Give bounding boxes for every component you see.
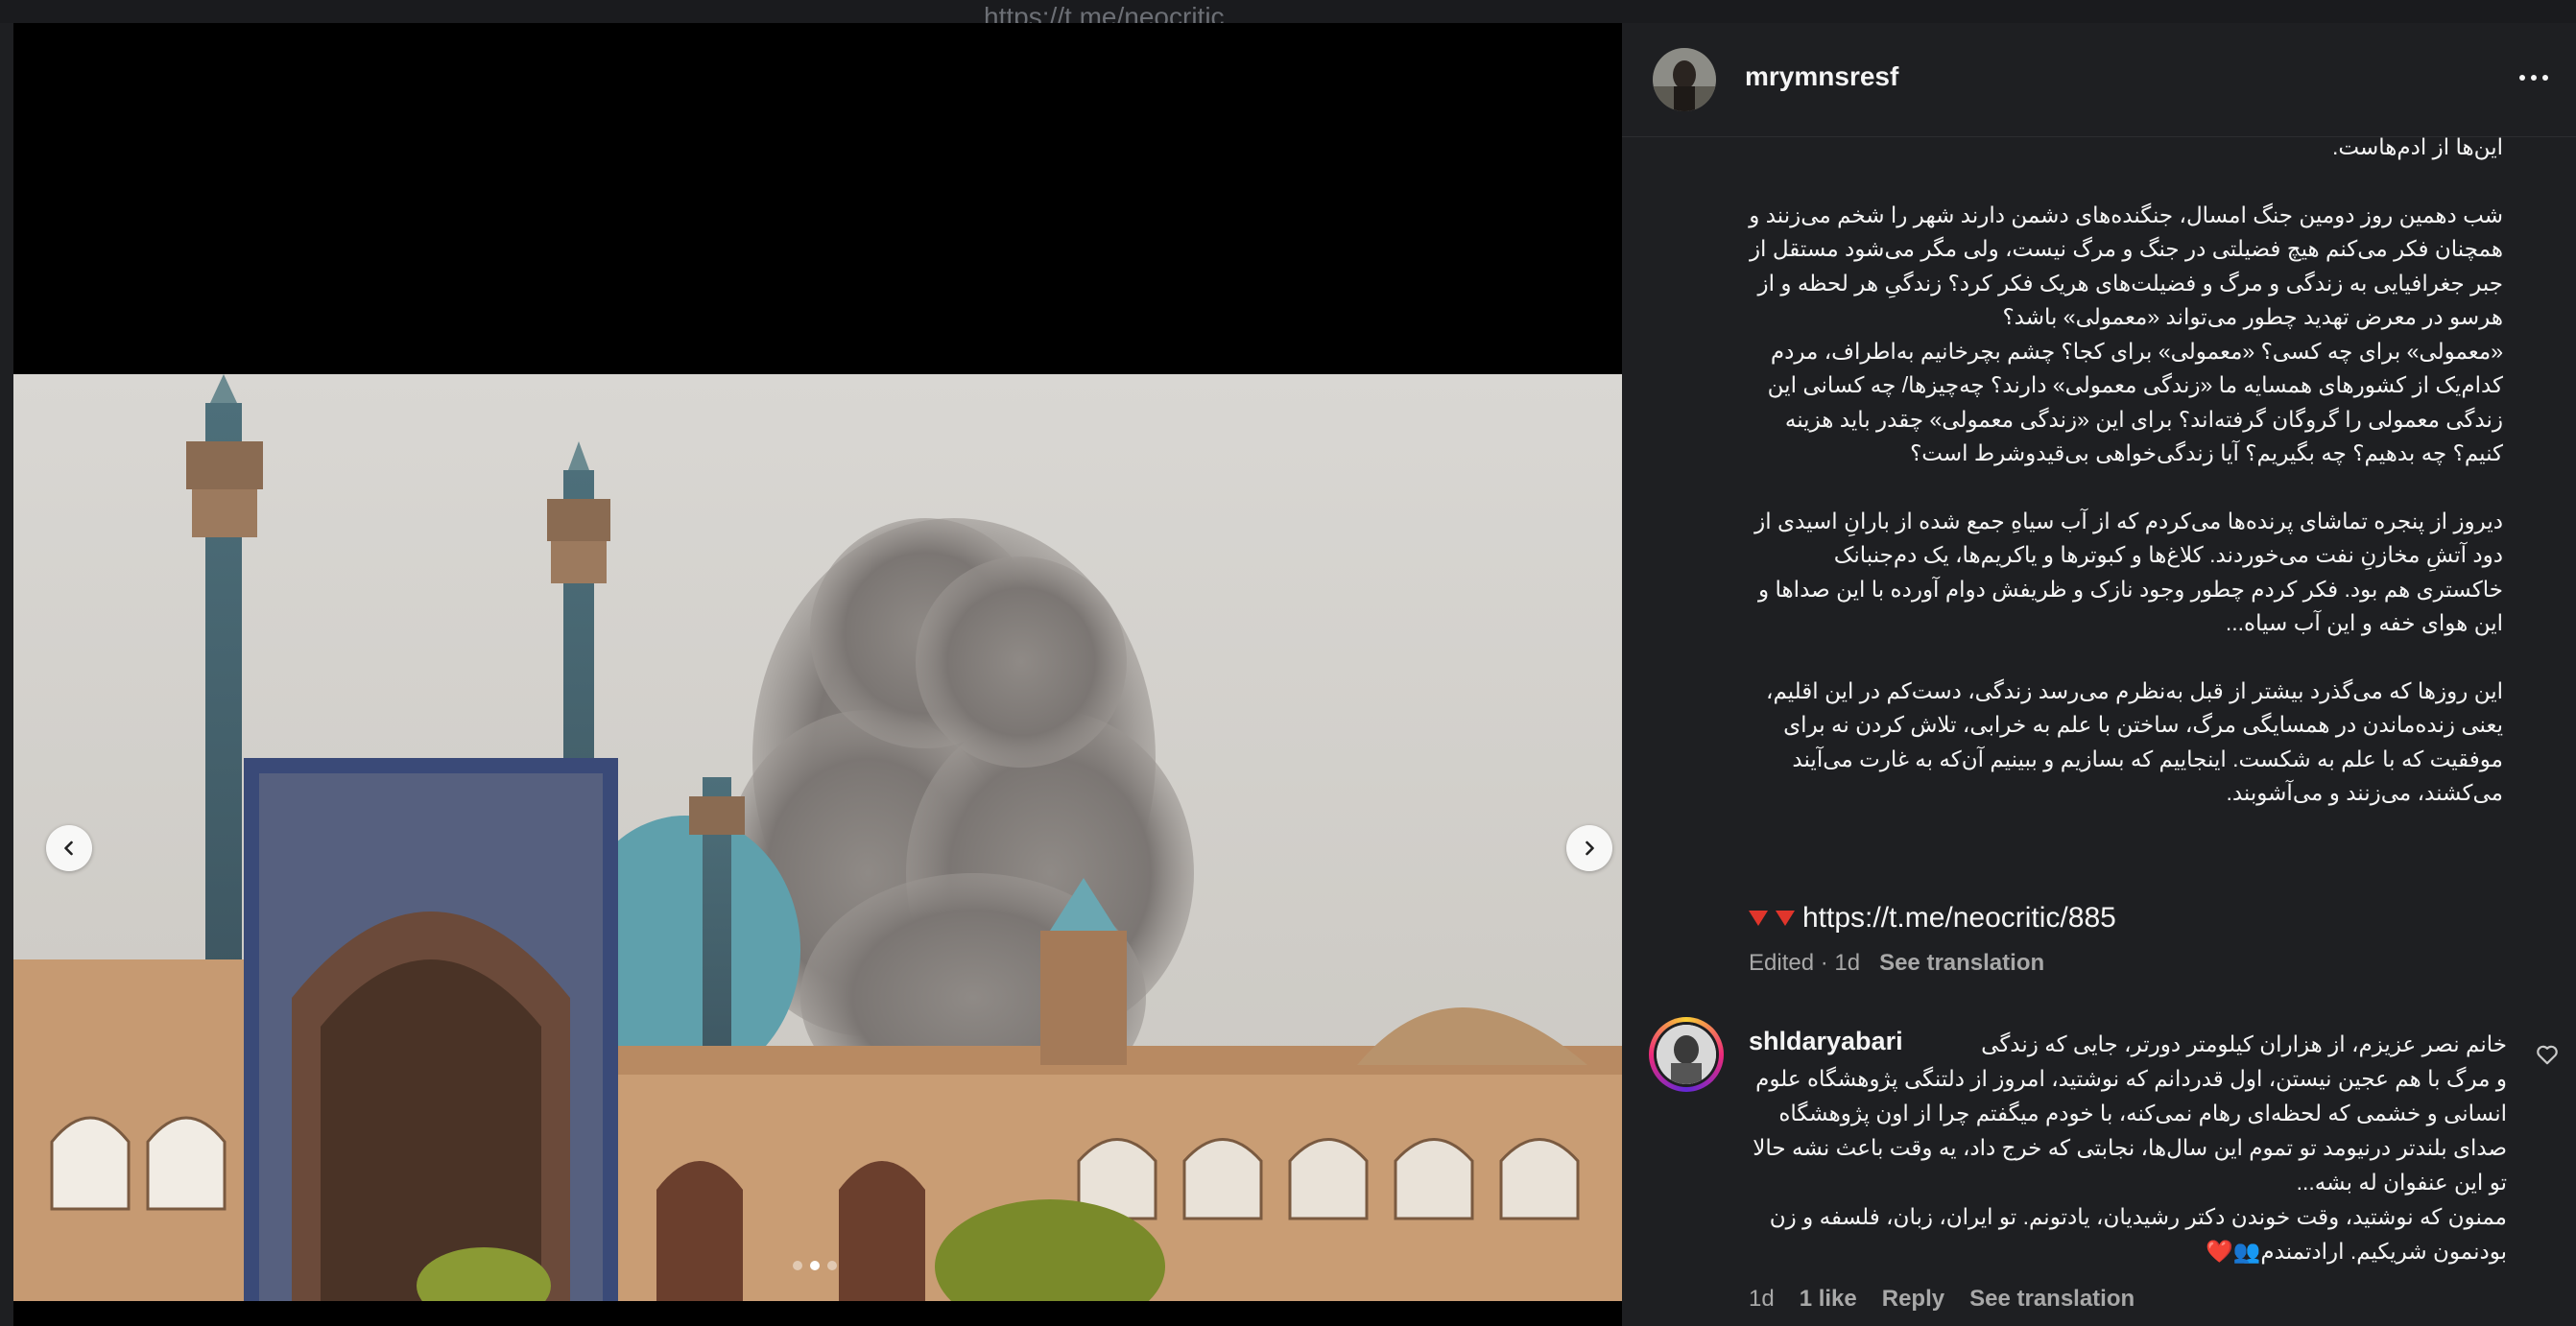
background-browser-strip: https://t.me/neocritic — [0, 0, 2576, 23]
comment-paragraph: خانم نصر عزیزم، از هزاران کیلومتر دورتر،… — [1753, 1031, 2507, 1195]
author-avatar[interactable] — [1653, 48, 1716, 111]
caption-paragraph: این روزها که می‌گذرد بیشتر از قبل به‌نظر… — [1766, 677, 2503, 806]
more-horizontal-icon — [2519, 75, 2525, 81]
red-triangle-icon — [1776, 911, 1795, 926]
red-triangle-icon — [1749, 911, 1768, 926]
caption-meta: Edited · 1d See translation — [1749, 950, 2044, 977]
post-side-panel: mrymnsresf این‌ها از آدم‌هاست. شب دهمین ر… — [1622, 23, 2576, 1326]
carousel-indicator — [793, 1261, 837, 1270]
edited-timestamp: Edited · 1d — [1749, 950, 1861, 976]
carousel-next-button[interactable] — [1566, 825, 1612, 871]
carousel-dot — [827, 1261, 837, 1270]
post-media-viewer — [13, 23, 1622, 1326]
post-header: mrymnsresf — [1622, 23, 2576, 137]
background-url-text: https://t.me/neocritic — [984, 2, 1225, 23]
post-caption: این‌ها از آدم‌هاست. شب دهمین روز دومین جن… — [1749, 130, 2503, 811]
more-options-button[interactable] — [2515, 63, 2553, 92]
comment-reply-button[interactable]: Reply — [1882, 1286, 1944, 1313]
caption-link[interactable]: https://t.me/neocritic/885 — [1802, 902, 2116, 935]
caption-paragraph: «معمولی» برای چه کسی؟ «معمولی» برای کجا؟… — [1767, 338, 2503, 466]
comment-age: 1d — [1749, 1286, 1775, 1312]
carousel-prev-button[interactable] — [46, 825, 92, 871]
carousel-dot — [793, 1261, 802, 1270]
comment-text: خانم نصر عزیزم، از هزاران کیلومتر دورتر،… — [1749, 1027, 2507, 1268]
comment-see-translation-button[interactable]: See translation — [1969, 1286, 2135, 1313]
comment-likes[interactable]: 1 like — [1800, 1286, 1857, 1313]
chevron-left-icon — [64, 841, 73, 856]
commenter-avatar[interactable] — [1649, 1017, 1724, 1092]
author-username[interactable]: mrymnsresf — [1745, 61, 1898, 92]
comment-paragraph: ممنون که نوشتید، وقت خوندن دکتر رشیدیان،… — [1769, 1204, 2507, 1264]
caption-paragraph: شب دهمین روز دومین جنگ امسال، جنگنده‌های… — [1749, 201, 2503, 330]
caption-see-translation-button[interactable]: See translation — [1879, 950, 2044, 976]
caption-paragraph: دیروز از پنجره تماشای پرنده‌ها می‌کردم ک… — [1754, 508, 2503, 636]
comment-meta: 1d 1 like Reply See translation — [1749, 1286, 2135, 1313]
heart-outline-icon[interactable] — [2535, 1042, 2560, 1067]
chevron-right-icon — [1586, 841, 1594, 856]
post-photo — [13, 374, 1622, 1301]
carousel-dot — [810, 1261, 820, 1270]
caption-link-row: https://t.me/neocritic/885 — [1749, 902, 2116, 935]
